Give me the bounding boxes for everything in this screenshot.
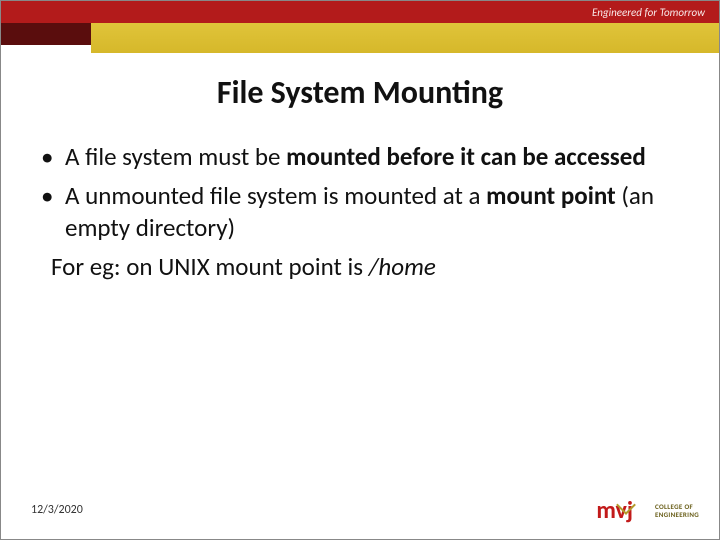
footer-date: 12/3/2020	[31, 503, 83, 517]
example-line: For eg: on UNIX mount point is /home	[39, 251, 659, 284]
footer-logo: mvj COLLEGE OF ENGINEERING	[596, 496, 699, 525]
header-stripe: Engineered for Tomorrow	[1, 1, 719, 23]
bullet-1-bold: mounted before it can be accessed	[286, 141, 646, 172]
header-band	[1, 23, 719, 53]
logo-text: COLLEGE OF ENGINEERING	[655, 503, 699, 518]
bullet-2-pre: A unmounted file system is mounted at a	[65, 180, 486, 211]
slide-content: A file system must be mounted before it …	[39, 141, 659, 283]
band-right	[91, 23, 719, 53]
slide-title: File System Mounting	[1, 73, 719, 112]
bullet-1-pre: A file system must be	[65, 141, 286, 172]
bullet-2: A unmounted file system is mounted at a …	[39, 180, 659, 245]
header-tagline: Engineered for Tomorrow	[592, 6, 705, 19]
logo-line2: ENGINEERING	[655, 511, 699, 519]
example-italic: /home	[369, 251, 436, 282]
example-pre: For eg: on UNIX mount point is	[51, 251, 369, 282]
bullet-1: A file system must be mounted before it …	[39, 141, 659, 174]
band-notch	[1, 45, 91, 53]
bullet-2-bold: mount point	[486, 180, 616, 211]
slide: Engineered for Tomorrow File System Moun…	[0, 0, 720, 540]
